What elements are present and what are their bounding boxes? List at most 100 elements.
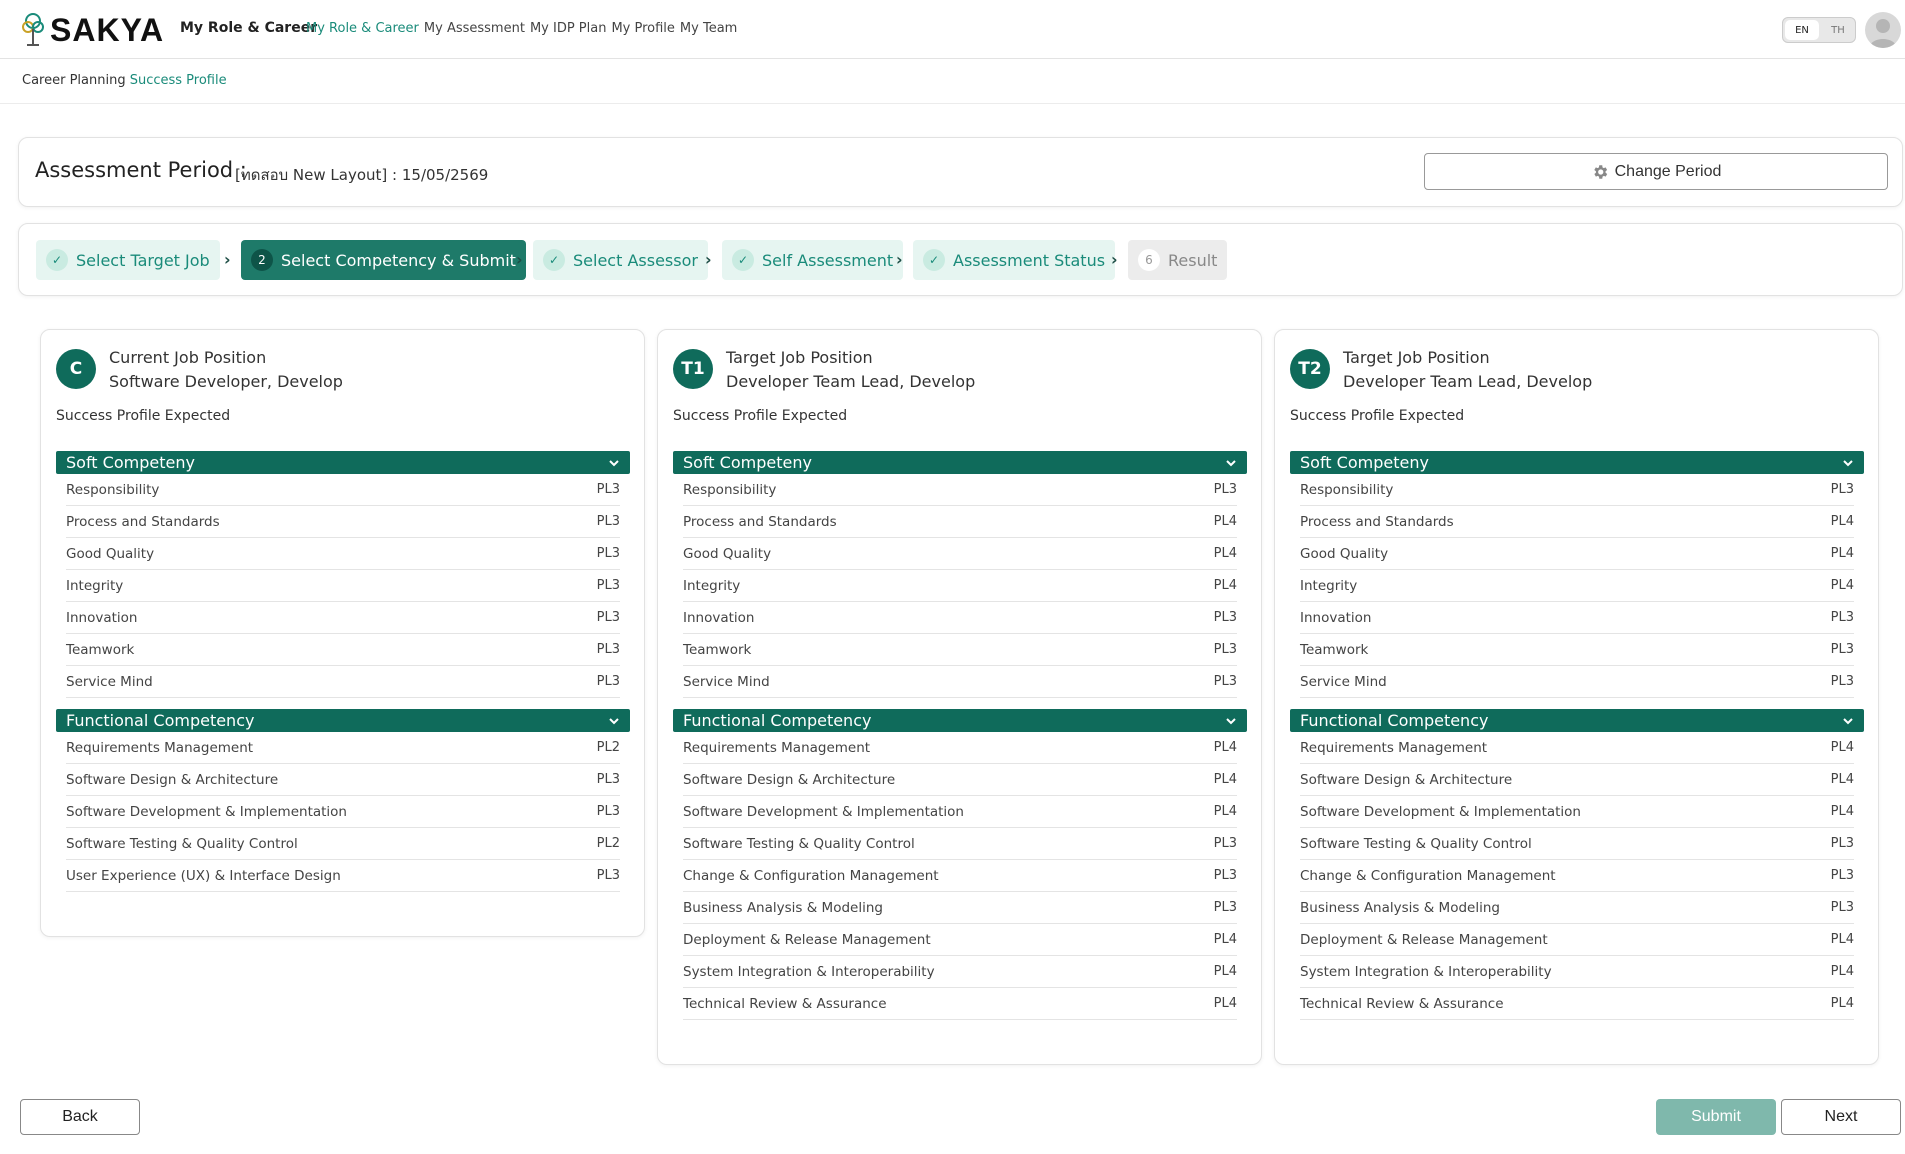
nav-my-profile[interactable]: My Profile bbox=[611, 21, 674, 36]
nav-my-idp-plan[interactable]: My IDP Plan bbox=[530, 21, 607, 36]
competency-row: Software Design & Architecture PL4 bbox=[683, 764, 1237, 796]
soft-competency-section: Soft Competeny Responsibility PL3 Process… bbox=[56, 451, 630, 698]
competency-row: Software Development & Implementation PL3 bbox=[66, 796, 620, 828]
competency-row: Service Mind PL3 bbox=[66, 666, 620, 698]
competency-name: Teamwork bbox=[1300, 641, 1369, 658]
position-job: Developer Team Lead, Develop bbox=[1343, 372, 1593, 391]
success-profile-label: Success Profile Expected bbox=[56, 408, 231, 424]
user-avatar-icon[interactable] bbox=[1865, 12, 1901, 48]
lang-en[interactable]: EN bbox=[1785, 20, 1819, 40]
functional-competency-section: Functional Competency Requirements Manag… bbox=[1290, 709, 1864, 1020]
nav-my-role-career[interactable]: My Role & Career bbox=[306, 21, 419, 36]
soft-competency-header[interactable]: Soft Competeny bbox=[673, 451, 1247, 474]
nav-my-assessment[interactable]: My Assessment bbox=[424, 21, 525, 36]
competency-name: Software Testing & Quality Control bbox=[66, 835, 298, 852]
nav-links: My Role & Career My Assessment My IDP Pl… bbox=[306, 21, 737, 36]
competency-name: Software Testing & Quality Control bbox=[683, 835, 915, 852]
competency-row: Service Mind PL3 bbox=[1300, 666, 1854, 698]
competency-name: Change & Configuration Management bbox=[1300, 867, 1556, 884]
competency-row: Change & Configuration Management PL3 bbox=[683, 860, 1237, 892]
competency-row: Teamwork PL3 bbox=[1300, 634, 1854, 666]
competency-name: Software Design & Architecture bbox=[66, 771, 279, 788]
back-button[interactable]: Back bbox=[20, 1099, 140, 1135]
language-toggle[interactable]: EN TH bbox=[1782, 17, 1856, 43]
lang-th[interactable]: TH bbox=[1821, 18, 1855, 42]
step-self-assessment[interactable]: ✓ Self Assessment bbox=[722, 240, 904, 280]
step-label: Select Target Job bbox=[76, 250, 210, 270]
competency-name: Innovation bbox=[683, 609, 755, 626]
competency-row: Good Quality PL4 bbox=[683, 538, 1237, 570]
competency-level: PL4 bbox=[1213, 932, 1237, 947]
position-badge: C bbox=[56, 349, 96, 389]
competency-name: Service Mind bbox=[1300, 673, 1387, 690]
competency-name: Teamwork bbox=[683, 641, 752, 658]
competency-level: PL2 bbox=[596, 836, 620, 851]
step-assessment-status[interactable]: ✓ Assessment Status bbox=[913, 240, 1116, 280]
competency-name: Deployment & Release Management bbox=[1300, 931, 1548, 948]
competency-name: Integrity bbox=[683, 577, 741, 594]
stepper: ✓ Select Target Job › 2 Select Competenc… bbox=[18, 223, 1903, 296]
competency-level: PL3 bbox=[1830, 836, 1854, 851]
chevron-right-icon: › bbox=[896, 250, 903, 269]
step-select-target-job[interactable]: ✓ Select Target Job bbox=[36, 240, 220, 280]
competency-row: Integrity PL4 bbox=[1300, 570, 1854, 602]
period-title: Assessment Period : bbox=[35, 158, 247, 182]
position-label: Target Job Position bbox=[1343, 348, 1490, 367]
competency-level: PL2 bbox=[596, 740, 620, 755]
competency-row: Business Analysis & Modeling PL3 bbox=[1300, 892, 1854, 924]
competency-row: Process and Standards PL4 bbox=[1300, 506, 1854, 538]
competency-row: Integrity PL4 bbox=[683, 570, 1237, 602]
section-title: Functional Competency bbox=[683, 711, 872, 730]
competency-level: PL3 bbox=[596, 610, 620, 625]
chevron-right-icon: › bbox=[516, 250, 523, 269]
competency-level: PL4 bbox=[1213, 546, 1237, 561]
target-job-column-t1: T1 Target Job Position Developer Team Le… bbox=[657, 329, 1262, 1065]
competency-row: Technical Review & Assurance PL4 bbox=[1300, 988, 1854, 1020]
competency-name: Integrity bbox=[1300, 577, 1358, 594]
competency-level: PL3 bbox=[596, 482, 620, 497]
functional-competency-header[interactable]: Functional Competency bbox=[1290, 709, 1864, 732]
competency-name: Software Development & Implementation bbox=[1300, 803, 1581, 820]
chevron-right-icon: › bbox=[705, 250, 712, 269]
next-button[interactable]: Next bbox=[1781, 1099, 1901, 1135]
functional-competency-header[interactable]: Functional Competency bbox=[673, 709, 1247, 732]
change-period-button[interactable]: Change Period bbox=[1424, 153, 1888, 190]
competency-level: PL4 bbox=[1830, 546, 1854, 561]
competency-row: Process and Standards PL4 bbox=[683, 506, 1237, 538]
competency-row: Good Quality PL3 bbox=[66, 538, 620, 570]
step-result[interactable]: 6 Result bbox=[1128, 240, 1228, 280]
soft-competency-header[interactable]: Soft Competeny bbox=[56, 451, 630, 474]
target-job-column-t2: T2 Target Job Position Developer Team Le… bbox=[1274, 329, 1879, 1065]
competency-row: Teamwork PL3 bbox=[66, 634, 620, 666]
soft-competency-header[interactable]: Soft Competeny bbox=[1290, 451, 1864, 474]
competency-level: PL4 bbox=[1830, 996, 1854, 1011]
check-icon: ✓ bbox=[732, 249, 754, 271]
competency-level: PL4 bbox=[1830, 514, 1854, 529]
step-label: Select Competency & Submit bbox=[281, 250, 516, 270]
competency-name: Innovation bbox=[66, 609, 138, 626]
nav-brand: My Role & Career bbox=[180, 20, 318, 36]
breadcrumb-parent[interactable]: Career Planning bbox=[22, 73, 126, 88]
competency-name: Responsibility bbox=[683, 481, 777, 498]
competency-name: Technical Review & Assurance bbox=[1300, 995, 1504, 1012]
step-select-competency-submit[interactable]: 2 Select Competency & Submit bbox=[241, 240, 526, 280]
submit-button[interactable]: Submit bbox=[1656, 1099, 1776, 1135]
functional-competency-header[interactable]: Functional Competency bbox=[56, 709, 630, 732]
competency-level: PL4 bbox=[1213, 578, 1237, 593]
competency-row: Responsibility PL3 bbox=[1300, 474, 1854, 506]
breadcrumb: Career Planning Success Profile bbox=[22, 73, 227, 88]
competency-level: PL4 bbox=[1830, 932, 1854, 947]
competency-row: Business Analysis & Modeling PL3 bbox=[683, 892, 1237, 924]
logo[interactable]: SAKYA bbox=[18, 10, 164, 50]
chevron-down-icon bbox=[1843, 717, 1853, 724]
soft-competency-section: Soft Competeny Responsibility PL3 Process… bbox=[1290, 451, 1864, 698]
competency-row: System Integration & Interoperability PL4 bbox=[683, 956, 1237, 988]
competency-name: Process and Standards bbox=[66, 513, 220, 530]
competency-row: Software Testing & Quality Control PL3 bbox=[683, 828, 1237, 860]
nav-my-team[interactable]: My Team bbox=[680, 21, 737, 36]
competency-level: PL4 bbox=[1213, 740, 1237, 755]
success-profile-label: Success Profile Expected bbox=[673, 408, 848, 424]
step-label: Select Assessor bbox=[573, 250, 698, 270]
step-select-assessor[interactable]: ✓ Select Assessor bbox=[533, 240, 708, 280]
competency-level: PL4 bbox=[1213, 964, 1237, 979]
